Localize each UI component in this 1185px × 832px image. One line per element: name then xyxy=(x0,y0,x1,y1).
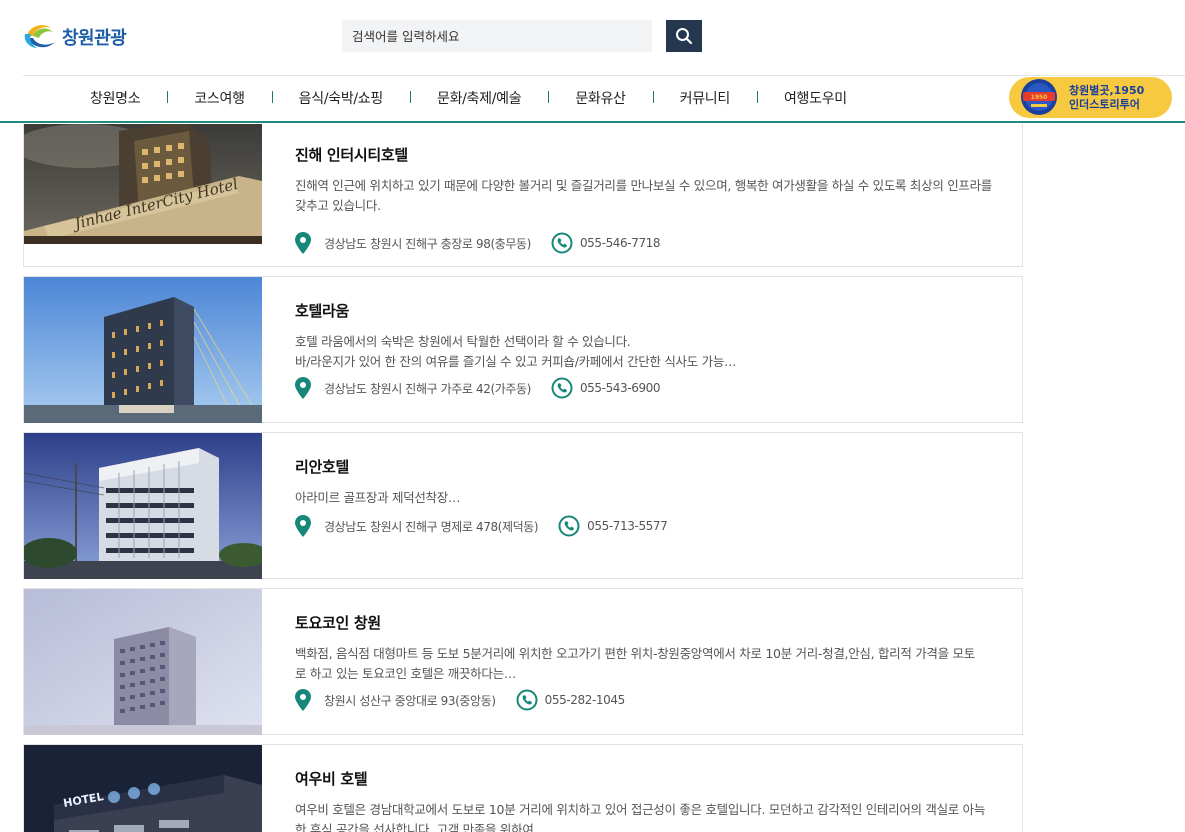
site-header: 창원관광 창원명소 코스여행 음식/숙박/쇼핑 문화/축제/예술 문화유산 커뮤… xyxy=(0,0,1185,124)
listing-thumbnail[interactable] xyxy=(24,589,262,735)
banner-line-2: 인더스토리투어 xyxy=(1069,97,1140,111)
search-button[interactable] xyxy=(666,20,702,52)
listing-thumbnail[interactable] xyxy=(24,277,262,423)
listing-phone[interactable]: 055-543-6900 xyxy=(580,381,661,395)
logo-text: 창원관광 xyxy=(62,28,127,49)
phone-icon xyxy=(551,377,573,399)
listing-description: 진해역 인근에 위치하고 있기 때문에 다양한 볼거리 및 즐길거리를 만나보실… xyxy=(295,178,992,213)
listing-address: 경상남도 창원시 진해구 명제로 478(제덕동) xyxy=(324,519,539,534)
search-input[interactable] xyxy=(342,20,652,52)
svg-text:1950: 1950 xyxy=(1031,94,1048,101)
banner-line-1: 창원별곳,1950 xyxy=(1069,83,1145,97)
listing-thumbnail[interactable]: HOTEL xyxy=(24,745,262,832)
search-icon xyxy=(676,28,693,45)
listing-description: 여우비 호텔은 경남대학교에서 도보로 10분 거리에 위치하고 있어 접근성이… xyxy=(295,802,986,832)
listing-title[interactable]: 토요코인 창원 xyxy=(295,612,381,633)
listing-description: 호텔 라움에서의 숙박은 창원에서 탁월한 선택이라 할 수 있습니다. 바/라… xyxy=(295,334,737,369)
main-nav: 창원명소 코스여행 음식/숙박/쇼핑 문화/축제/예술 문화유산 커뮤니티 여행… xyxy=(63,76,874,120)
listing-phone[interactable]: 055-546-7718 xyxy=(580,236,661,250)
nav-item-attractions[interactable]: 창원명소 xyxy=(63,88,167,108)
listing-meta: 경상남도 창원시 진해구 가주로 42(가주동) 055-543-6900 xyxy=(295,377,661,399)
listing-address: 경상남도 창원시 진해구 충장로 98(충무동) xyxy=(324,236,531,251)
banner-text: 창원별곳,1950 인더스토리투어 xyxy=(1069,84,1144,112)
location-pin-icon xyxy=(295,515,311,537)
listing-phone[interactable]: 055-713-5577 xyxy=(587,519,668,533)
listing-card[interactable]: HOTEL 여우비 호텔 여우비 호텔은 경남대학교에서 도보로 10분 거리에… xyxy=(23,744,1023,832)
listing-thumbnail[interactable] xyxy=(24,433,262,579)
listing-card[interactable]: Jinhae InterCity Hotel 진해 인터시티호텔 진해역 인근에… xyxy=(23,120,1023,267)
nav-item-food-lodging-shopping[interactable]: 음식/숙박/쇼핑 xyxy=(271,88,410,108)
changwon-logo-icon xyxy=(24,25,55,48)
nav-item-community[interactable]: 커뮤니티 xyxy=(652,88,757,108)
nav-item-heritage[interactable]: 문화유산 xyxy=(548,88,652,108)
nav-item-culture-festival-art[interactable]: 문화/축제/예술 xyxy=(409,88,548,108)
listing-meta: 경상남도 창원시 진해구 충장로 98(충무동) 055-546-7718 xyxy=(295,232,661,254)
listing-meta: 창원시 성산구 중앙대로 93(중앙동) 055-282-1045 xyxy=(295,689,625,711)
listing-description: 백화점, 음식점 대형마트 등 도보 5분거리에 위치한 오고가기 편한 위치-… xyxy=(295,646,975,681)
listing-title[interactable]: 리안호텔 xyxy=(295,456,349,477)
location-pin-icon xyxy=(295,377,311,399)
listing-card[interactable]: 호텔라움 호텔 라움에서의 숙박은 창원에서 탁월한 선택이라 할 수 있습니다… xyxy=(23,276,1023,423)
site-logo[interactable]: 창원관광 xyxy=(23,22,127,52)
phone-icon xyxy=(516,689,538,711)
listing-title[interactable]: 호텔라움 xyxy=(295,300,349,321)
phone-icon xyxy=(551,232,573,254)
listing-address: 경상남도 창원시 진해구 가주로 42(가주동) xyxy=(324,381,531,396)
nav-item-course-travel[interactable]: 코스여행 xyxy=(167,88,271,108)
tour-badge-icon: 1950 xyxy=(1021,79,1057,115)
listing-meta: 경상남도 창원시 진해구 명제로 478(제덕동) 055-713-5577 xyxy=(295,515,668,537)
industory-tour-banner[interactable]: 1950 창원별곳,1950 인더스토리투어 xyxy=(1009,77,1172,118)
listing-phone[interactable]: 055-282-1045 xyxy=(545,693,626,707)
location-pin-icon xyxy=(295,232,311,254)
listing-card[interactable]: 리안호텔 아라미르 골프장과 제덕선착장… 경상남도 창원시 진해구 명제로 4… xyxy=(23,432,1023,579)
listing-title[interactable]: 진해 인터시티호텔 xyxy=(295,144,408,165)
listing-address: 창원시 성산구 중앙대로 93(중앙동) xyxy=(324,693,496,708)
listing-title[interactable]: 여우비 호텔 xyxy=(295,768,368,789)
listing-card[interactable]: 토요코인 창원 백화점, 음식점 대형마트 등 도보 5분거리에 위치한 오고가… xyxy=(23,588,1023,735)
phone-icon xyxy=(558,515,580,537)
nav-accent-line xyxy=(0,121,1185,123)
nav-item-travel-help[interactable]: 여행도우미 xyxy=(756,88,874,108)
location-pin-icon xyxy=(295,689,311,711)
listing-description: 아라미르 골프장과 제덕선착장… xyxy=(295,490,461,505)
listing-thumbnail[interactable]: Jinhae InterCity Hotel xyxy=(24,121,262,244)
